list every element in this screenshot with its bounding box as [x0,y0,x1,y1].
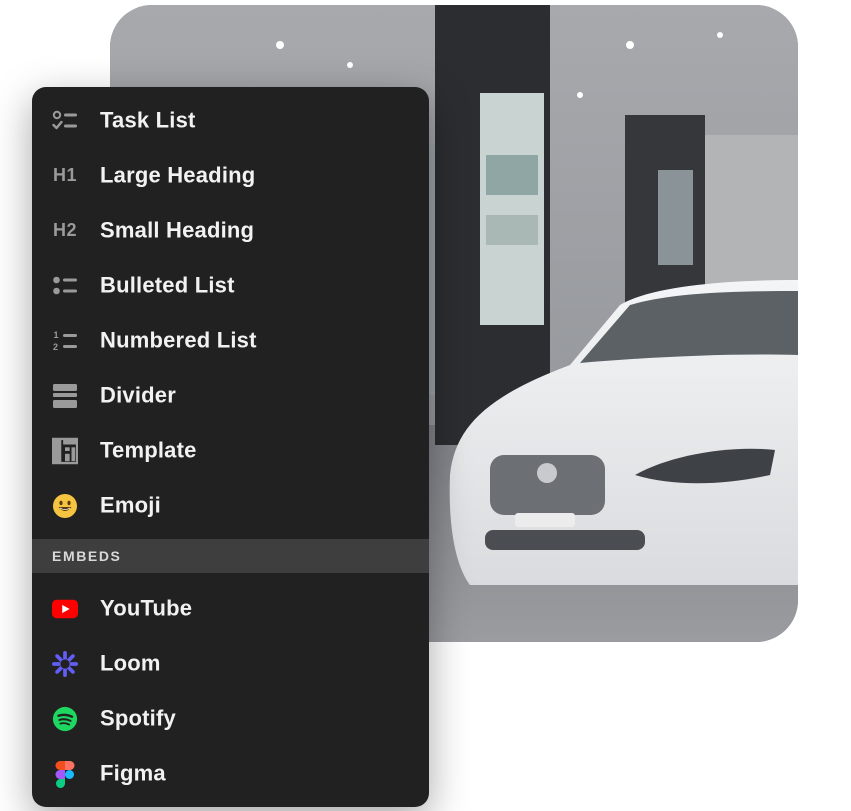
menu-item-divider[interactable]: Divider [32,368,429,423]
numbered-list-icon: 1 2 [52,328,78,354]
figma-icon [52,760,78,788]
menu-item-label: Emoji [100,491,161,517]
emoji-icon [52,493,78,519]
spotify-icon [52,706,78,732]
menu-item-youtube[interactable]: YouTube [32,581,429,636]
menu-item-template[interactable]: Template [32,423,429,478]
menu-item-figma[interactable]: Figma [32,746,429,801]
menu-item-small-heading[interactable]: H2 Small Heading [32,203,429,258]
menu-item-label: YouTube [100,594,193,620]
heading-2-icon: H2 [52,220,77,240]
menu-item-task-list[interactable]: Task List [32,93,429,148]
heading-1-icon: H1 [52,165,77,185]
menu-item-label: Large Heading [100,161,256,187]
bulleted-list-icon [52,273,78,299]
menu-item-label: Loom [100,649,161,675]
task-list-icon [52,108,78,134]
menu-item-loom[interactable]: Loom [32,636,429,691]
menu-item-label: Divider [100,381,176,407]
youtube-icon [52,596,78,622]
menu-item-label: Template [100,436,197,462]
menu-item-label: Small Heading [100,216,255,242]
svg-text:2: 2 [53,342,58,352]
menu-item-spotify[interactable]: Spotify [32,691,429,746]
menu-item-label: Spotify [100,704,176,730]
block-insert-menu: Task List H1 Large Heading H2 Small Head… [32,87,429,807]
menu-item-label: Figma [100,759,166,785]
menu-item-large-heading[interactable]: H1 Large Heading [32,148,429,203]
template-icon [52,437,78,464]
menu-item-emoji[interactable]: Emoji [32,478,429,533]
menu-item-label: Numbered List [100,326,257,352]
loom-icon [52,650,78,677]
menu-item-label: Bulleted List [100,271,235,297]
menu-item-bulleted-list[interactable]: Bulleted List [32,258,429,313]
menu-item-numbered-list[interactable]: 1 2 Numbered List [32,313,429,368]
svg-text:1: 1 [54,330,59,340]
section-label: EMBEDS [52,548,122,564]
menu-item-label: Task List [100,106,196,132]
divider-icon [52,383,78,409]
embeds-section-header: EMBEDS [32,539,429,573]
